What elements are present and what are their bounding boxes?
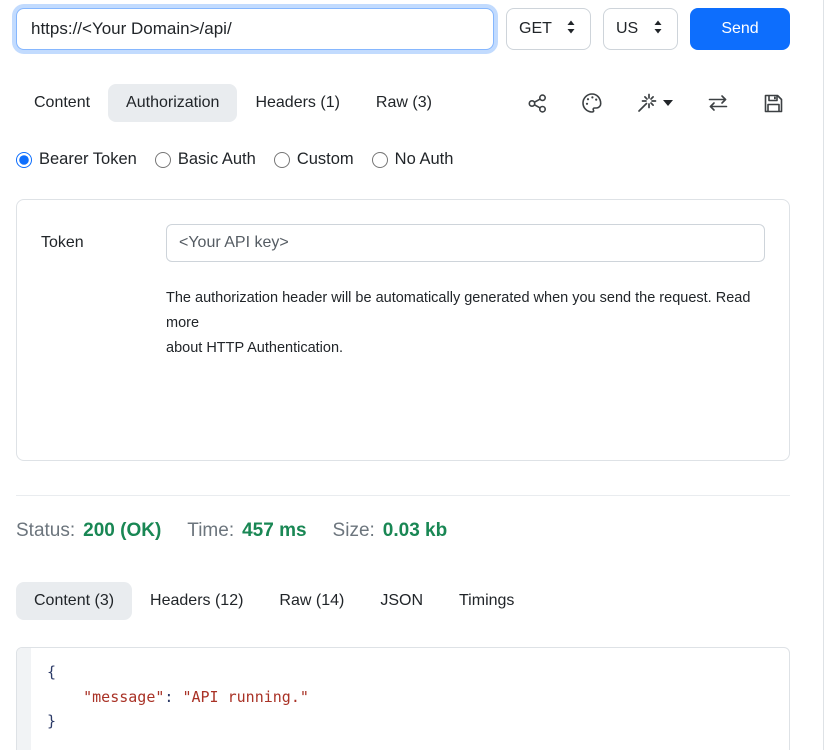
status-size: Size: 0.03 kb xyxy=(333,520,448,542)
status-time: Time: 457 ms xyxy=(187,520,306,542)
palette-icon[interactable] xyxy=(581,92,603,114)
region-select[interactable]: US xyxy=(603,8,678,50)
updown-arrows-icon xyxy=(564,19,578,40)
resp-tab-raw[interactable]: Raw (14) xyxy=(261,582,362,620)
size-label: Size: xyxy=(333,520,375,542)
auth-type-options: Bearer Token Basic Auth Custom No Auth xyxy=(16,150,790,169)
token-row: Token xyxy=(41,224,765,262)
resp-tab-headers[interactable]: Headers (12) xyxy=(132,582,261,620)
status-code: Status: 200 (OK) xyxy=(16,520,161,542)
time-value: 457 ms xyxy=(242,520,306,542)
magic-wand-icon[interactable] xyxy=(636,92,673,114)
region-select-value: US xyxy=(616,20,638,38)
bearer-token-panel: Token The authorization header will be a… xyxy=(16,199,790,461)
method-select[interactable]: GET xyxy=(506,8,591,50)
resp-tab-timings[interactable]: Timings xyxy=(441,582,532,620)
column-divider xyxy=(823,0,824,750)
auth-option-no-auth[interactable]: No Auth xyxy=(372,150,454,169)
response-status-row: Status: 200 (OK) Time: 457 ms Size: 0.03… xyxy=(16,520,790,542)
auth-help-line2: about HTTP Authentication. xyxy=(166,336,765,361)
radio-label: Basic Auth xyxy=(178,150,256,169)
auth-help-line1: The authorization header will be automat… xyxy=(166,286,765,336)
token-input[interactable] xyxy=(166,224,765,262)
no-auth-radio[interactable] xyxy=(372,152,388,168)
time-label: Time: xyxy=(187,520,234,542)
bearer-token-radio[interactable] xyxy=(16,152,32,168)
request-tabs: Content Authorization Headers (1) Raw (3… xyxy=(16,84,790,122)
radio-label: Custom xyxy=(297,150,354,169)
updown-arrows-icon xyxy=(651,19,665,40)
radio-label: Bearer Token xyxy=(39,150,137,169)
status-label: Status: xyxy=(16,520,75,542)
main-column: GET US Send Content Authorization Header… xyxy=(0,0,806,750)
custom-radio[interactable] xyxy=(274,152,290,168)
tab-raw[interactable]: Raw (3) xyxy=(358,84,450,122)
request-toolbar xyxy=(527,92,790,114)
tab-content[interactable]: Content xyxy=(16,84,108,122)
size-value: 0.03 kb xyxy=(383,520,447,542)
api-client-page: GET US Send Content Authorization Header… xyxy=(0,0,837,750)
save-icon[interactable] xyxy=(763,93,784,114)
token-label: Token xyxy=(41,234,166,252)
tab-headers[interactable]: Headers (1) xyxy=(237,84,357,122)
auth-help-text: The authorization header will be automat… xyxy=(166,286,765,361)
url-input[interactable] xyxy=(16,8,494,50)
status-value: 200 (OK) xyxy=(83,520,161,542)
auth-option-basic-auth[interactable]: Basic Auth xyxy=(155,150,256,169)
share-icon[interactable] xyxy=(527,93,548,114)
basic-auth-radio[interactable] xyxy=(155,152,171,168)
auth-option-bearer-token[interactable]: Bearer Token xyxy=(16,150,137,169)
method-select-value: GET xyxy=(519,20,552,38)
radio-label: No Auth xyxy=(395,150,454,169)
section-divider xyxy=(16,495,790,496)
response-body-code: { "message": "API running."} xyxy=(31,648,789,750)
tab-authorization[interactable]: Authorization xyxy=(108,84,237,122)
code-gutter xyxy=(17,648,31,750)
response-body-block: { "message": "API running."} xyxy=(16,647,790,750)
auth-option-custom[interactable]: Custom xyxy=(274,150,354,169)
request-bar: GET US Send xyxy=(16,8,790,50)
response-tabs: Content (3) Headers (12) Raw (14) JSON T… xyxy=(16,582,790,620)
chevron-down-icon xyxy=(663,100,673,106)
send-button[interactable]: Send xyxy=(690,8,790,50)
swap-arrows-icon[interactable] xyxy=(706,93,730,113)
resp-tab-content[interactable]: Content (3) xyxy=(16,582,132,620)
resp-tab-json[interactable]: JSON xyxy=(362,582,441,620)
